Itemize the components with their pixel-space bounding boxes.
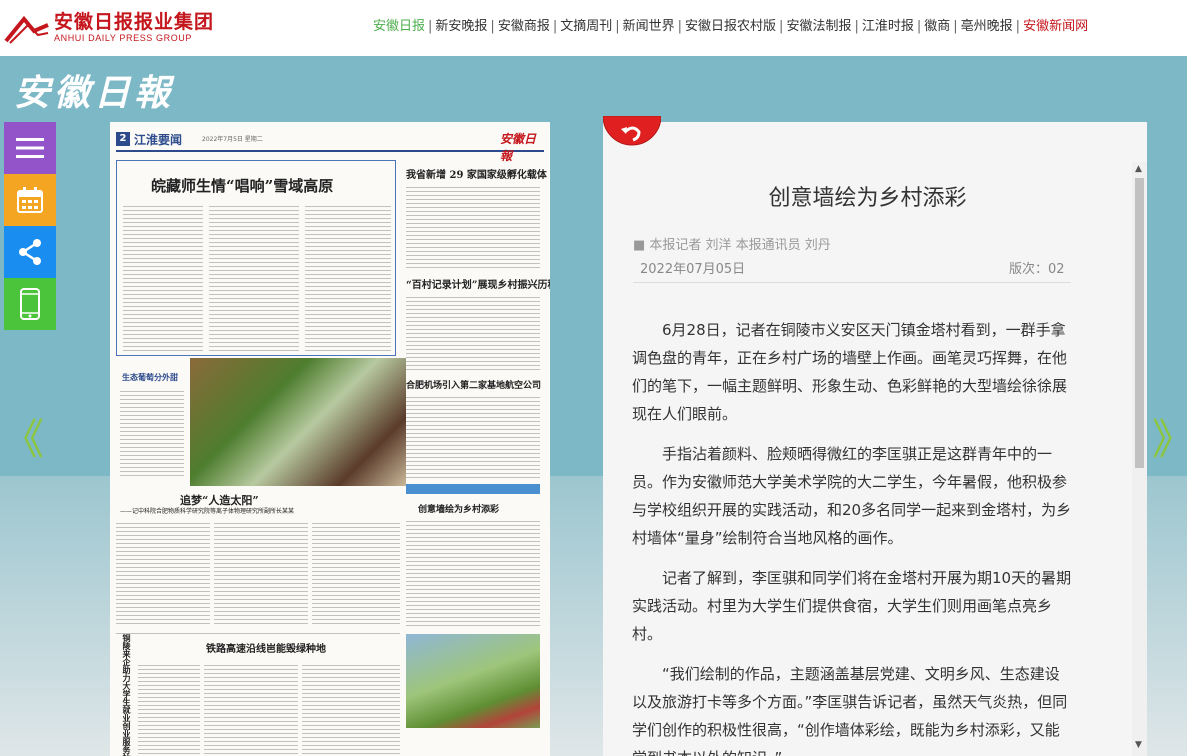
share-icon — [19, 239, 41, 265]
scroll-thumb[interactable] — [1135, 178, 1144, 468]
masthead: 安徽日報 — [14, 72, 175, 114]
headline-main: 皖藏师生情“唱响”雪域高原 — [151, 177, 334, 195]
nav-item[interactable]: 新安晚报 — [432, 16, 490, 38]
scroll-up-arrow[interactable]: ▲ — [1135, 164, 1142, 174]
article-panel: ▲ ▼ 创意墙绘为乡村添彩 ■ 本报记者 刘洋 本报通讯员 刘丹 2022年07… — [603, 122, 1147, 756]
story-box-main[interactable]: 皖藏师生情“唱响”雪域高原 — [116, 160, 396, 356]
nav-item[interactable]: 徽商 — [921, 16, 953, 38]
nav-item[interactable]: 安徽法制报 — [783, 16, 854, 38]
page-header: 2 江淮要闻 2022年7月5日 星期二 安徽日報 — [116, 130, 544, 163]
article-paragraph: 记者了解到，李匡骐和同学们将在金塔村开展为期10天的暑期实践活动。村里为大学生们… — [632, 569, 1072, 643]
menu-button[interactable] — [4, 122, 56, 174]
newspaper-page[interactable]: 2 江淮要闻 2022年7月5日 星期二 安徽日報 皖藏师生情“唱响”雪域高原 … — [110, 122, 550, 756]
headline-vertical[interactable]: 铜陵来企助力大学生就业创业服务站 — [122, 634, 133, 756]
nav-item[interactable]: 安徽商报 — [495, 16, 553, 38]
article-date: 2022年07月05日 — [640, 262, 746, 277]
nav-item[interactable]: 安徽新闻网 — [1020, 16, 1091, 38]
nav-item[interactable]: 新闻世界 — [620, 16, 678, 38]
back-button[interactable] — [603, 116, 661, 152]
calendar-icon — [17, 187, 43, 213]
divider — [633, 282, 1071, 283]
headline-mural[interactable]: 创意墙绘为乡村添彩 — [418, 502, 499, 515]
headline-incubators[interactable]: 我省新增 29 家国家级孵化载体 — [406, 166, 547, 181]
headline-airport[interactable]: 合肥机场引入第二家基地航空公司 — [406, 378, 541, 391]
headline-railway[interactable]: 铁路高速沿线岜能毁绿种地 — [206, 640, 326, 655]
nav-item[interactable]: 文摘周刊 — [557, 16, 615, 38]
headline-village-record[interactable]: “百村记录计划”展现乡村振兴历程 — [406, 276, 550, 291]
page-section: 江淮要闻 — [134, 133, 183, 147]
logo-name-cn: 安徽日报报业集团 — [54, 11, 215, 33]
subheadline-artificial-sun: ——记中科院合肥物质科学研究院等离子体物理研究所副所长某某 — [120, 508, 295, 515]
article-scrollbar[interactable]: ▲ ▼ — [1132, 162, 1147, 756]
column-banner — [406, 484, 540, 494]
grape-photo[interactable] — [190, 358, 406, 486]
menu-icon — [16, 138, 44, 158]
top-bar: 安徽日报报业集团 ANHUI DAILY PRESS GROUP 安徽日报 | 新安… — [0, 0, 1187, 56]
article-paragraph: 6月28日，记者在铜陵市义安区天门镇金塔村看到，一群手拿调色盘的青年，正在乡村广… — [632, 321, 1068, 423]
scroll-down-arrow[interactable]: ▼ — [1135, 740, 1142, 750]
page-masthead: 安徽日報 — [500, 132, 537, 163]
calendar-button[interactable] — [4, 174, 56, 226]
group-logo[interactable]: 安徽日报报业集团 ANHUI DAILY PRESS GROUP — [4, 10, 214, 46]
tractor-photo[interactable] — [406, 634, 540, 728]
site-nav: 安徽日报 | 新安晚报 | 安徽商报 | 文摘周刊 | 新闻世界 | 安徽日报农村版 | 安徽法制报 | 江… — [370, 16, 1091, 38]
article-paragraph: 手指沾着颜料、脸颊晒得微红的李匡骐正是这群青年中的一员。作为安徽师范大学美术学院… — [632, 445, 1072, 547]
article-page-label: 版次：02 — [1009, 262, 1065, 277]
nav-item[interactable]: 安徽日报农村版 — [682, 16, 779, 38]
article-title: 创意墙绘为乡村添彩 — [768, 186, 967, 211]
nav-item[interactable]: 亳州晚报 — [958, 16, 1016, 38]
share-button[interactable] — [4, 226, 56, 278]
mobile-button[interactable] — [4, 278, 56, 330]
logo-mark-icon — [4, 15, 49, 44]
phone-icon — [20, 288, 40, 320]
logo-name-en: ANHUI DAILY PRESS GROUP — [54, 33, 192, 43]
article-author: ■ 本报记者 刘洋 本报通讯员 刘丹 — [633, 238, 831, 253]
prev-page-arrow[interactable]: 《 — [2, 415, 44, 465]
nav-item[interactable]: 江淮时报 — [859, 16, 917, 38]
page-number: 2 — [116, 132, 130, 146]
photo-caption: 生态葡萄分外甜 — [122, 373, 178, 382]
next-page-arrow[interactable]: 》 — [1152, 415, 1187, 465]
page-date: 2022年7月5日 星期二 — [202, 136, 263, 143]
article-body: 6月28日，记者在铜陵市义安区天门镇金塔村看到，一群手拿调色盘的青年，正在乡村广… — [632, 316, 1072, 756]
nav-item[interactable]: 安徽日报 — [370, 16, 428, 38]
article-paragraph: “我们绘制的作品，主题涵盖基层党建、文明乡风、生态建设以及旅游打卡等多个方面。”… — [632, 665, 1068, 756]
